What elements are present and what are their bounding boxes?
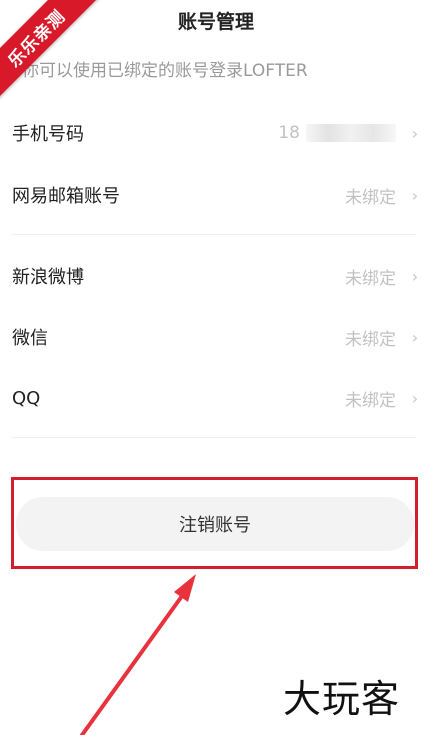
chevron-right-icon: › (411, 266, 419, 286)
row-value: 未绑定 (345, 329, 396, 350)
row-wechat[interactable]: 微信 未绑定 › (12, 306, 420, 368)
row-label: QQ (12, 387, 41, 409)
page-title: 账号管理 (177, 10, 254, 33)
row-label: 微信 (12, 328, 48, 349)
chevron-right-icon: › (411, 123, 419, 143)
row-value: 未绑定 (345, 187, 396, 208)
chevron-right-icon: › (411, 388, 419, 408)
row-weibo[interactable]: 新浪微博 未绑定 › (12, 245, 420, 307)
row-label: 网易邮箱账号 (12, 186, 120, 207)
section-divider (12, 234, 416, 235)
phone-blur-mask (306, 124, 396, 142)
chevron-right-icon: › (411, 185, 419, 205)
row-value: 未绑定 (345, 390, 396, 411)
login-hint-text: 你可以使用已绑定的账号登录LOFTER (22, 61, 308, 81)
row-qq[interactable]: QQ 未绑定 › (12, 367, 420, 429)
row-phone[interactable]: 手机号码 18 › (12, 102, 420, 164)
row-label: 新浪微博 (12, 267, 84, 288)
cancel-account-button[interactable]: 注销账号 (16, 497, 414, 551)
section-divider (12, 437, 416, 438)
row-label: 手机号码 (12, 124, 84, 145)
chevron-right-icon: › (411, 327, 419, 347)
phone-value: 18 (278, 123, 396, 143)
row-value: 未绑定 (345, 268, 396, 289)
watermark-logo: 大玩客 (283, 677, 401, 721)
row-netease-email[interactable]: 网易邮箱账号 未绑定 › (12, 164, 420, 226)
